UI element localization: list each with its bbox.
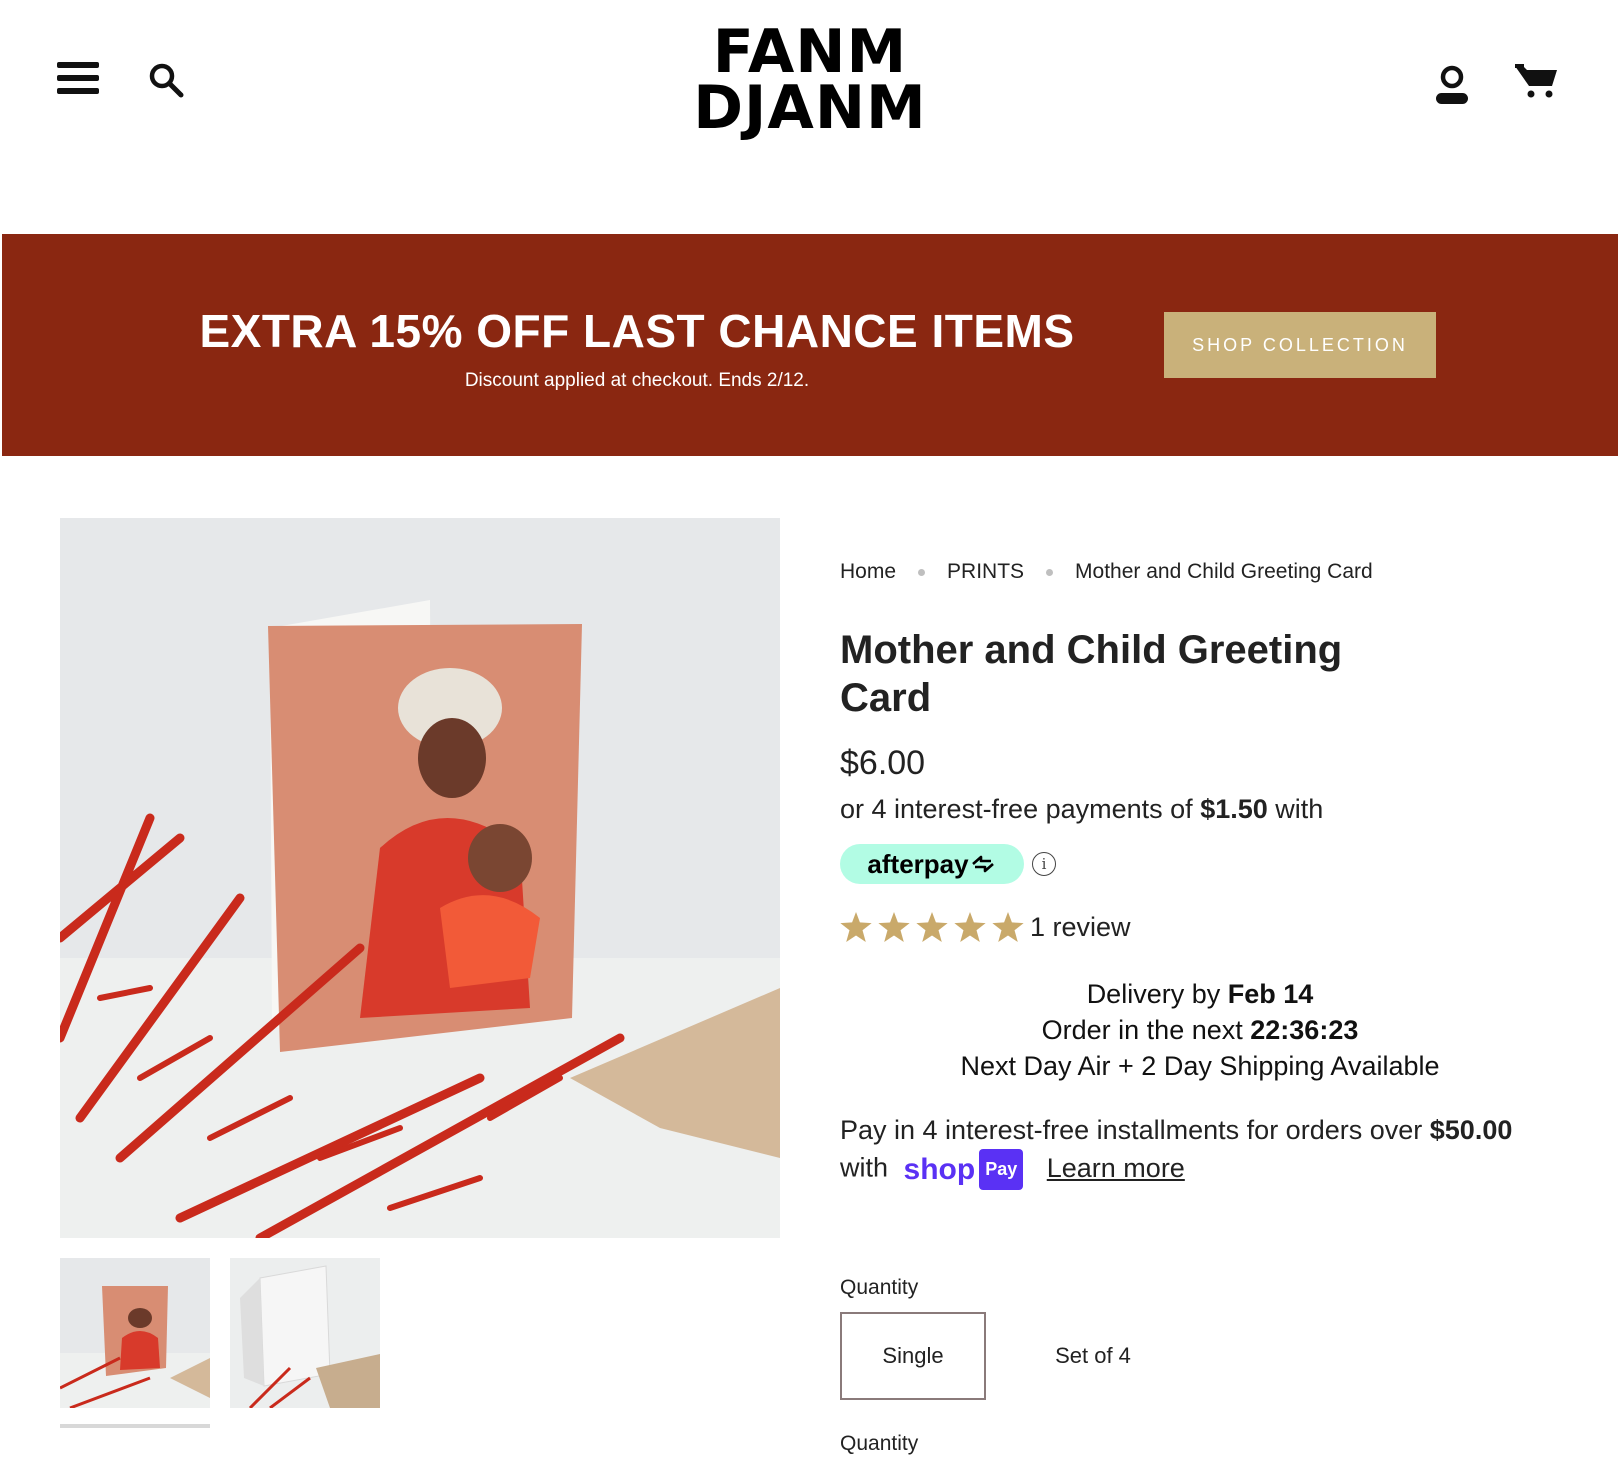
shop-pay-logo: shop Pay (904, 1149, 1024, 1190)
breadcrumb-separator (918, 568, 926, 576)
product-price: $6.00 (840, 744, 926, 782)
promo-title: EXTRA 15% OFF LAST CHANCE ITEMS (199, 305, 1075, 357)
site-logo[interactable]: FANM DJANM (690, 22, 930, 138)
quantity-option-single[interactable]: Single (840, 1312, 986, 1400)
delivery-date: Feb 14 (1227, 979, 1314, 1009)
installment-amount: $1.50 (1200, 794, 1268, 824)
quantity-input-label: Quantity (840, 1432, 919, 1455)
breadcrumb-separator (1046, 568, 1054, 576)
search-icon[interactable] (146, 60, 186, 100)
afterpay-badge[interactable]: afterpay (840, 844, 1024, 884)
countdown-timer: 22:36:23 (1250, 1015, 1359, 1045)
thumbnail-active-indicator (60, 1424, 210, 1428)
quantity-option-set-of-4[interactable]: Set of 4 (1020, 1312, 1166, 1400)
rating-stars[interactable] (840, 912, 1024, 942)
promo-banner: EXTRA 15% OFF LAST CHANCE ITEMS Discount… (2, 234, 1618, 456)
product-thumbnail-2[interactable] (230, 1258, 380, 1408)
breadcrumb-current: Mother and Child Greeting Card (1075, 560, 1373, 583)
info-icon[interactable]: i (1032, 852, 1056, 876)
review-count-link[interactable]: 1 review (1030, 912, 1131, 943)
breadcrumb-prints[interactable]: PRINTS (947, 560, 1024, 584)
breadcrumb-home[interactable]: Home (840, 560, 896, 584)
shop-collection-button[interactable]: SHOP COLLECTION (1164, 312, 1436, 378)
shipping-options-line: Next Day Air + 2 Day Shipping Available (960, 1051, 1440, 1081)
account-icon[interactable] (1432, 62, 1472, 108)
star-icon (954, 912, 986, 942)
order-countdown-line: Order in the next 22:36:23 (1041, 1015, 1359, 1045)
delivery-estimate: Delivery by Feb 14 Order in the next 22:… (840, 976, 1560, 1084)
breadcrumb: Home PRINTS Mother and Child Greeting Ca… (840, 560, 1373, 584)
product-main-image[interactable] (60, 518, 780, 1238)
hamburger-menu-icon[interactable] (56, 58, 100, 98)
afterpay-arrows-icon (971, 855, 994, 873)
delivery-date-line: Delivery by Feb 14 (1086, 979, 1314, 1009)
shop-pay-installments: Pay in 4 interest-free installments for … (840, 1112, 1560, 1190)
product-title: Mother and Child Greeting Card (840, 628, 1343, 720)
product-thumbnail-1[interactable] (60, 1258, 210, 1408)
afterpay-installments-text: or 4 interest-free payments of $1.50 wit… (840, 794, 1324, 824)
star-icon (992, 912, 1024, 942)
learn-more-link[interactable]: Learn more (1047, 1153, 1185, 1183)
promo-subtitle: Discount applied at checkout. Ends 2/12. (464, 370, 810, 391)
site-header: FANM DJANM (0, 0, 1620, 234)
cart-icon[interactable] (1514, 60, 1560, 102)
star-icon (840, 912, 872, 942)
star-icon (878, 912, 910, 942)
star-icon (916, 912, 948, 942)
quantity-label: Quantity (840, 1276, 919, 1299)
shop-pay-threshold: $50.00 (1429, 1115, 1513, 1145)
